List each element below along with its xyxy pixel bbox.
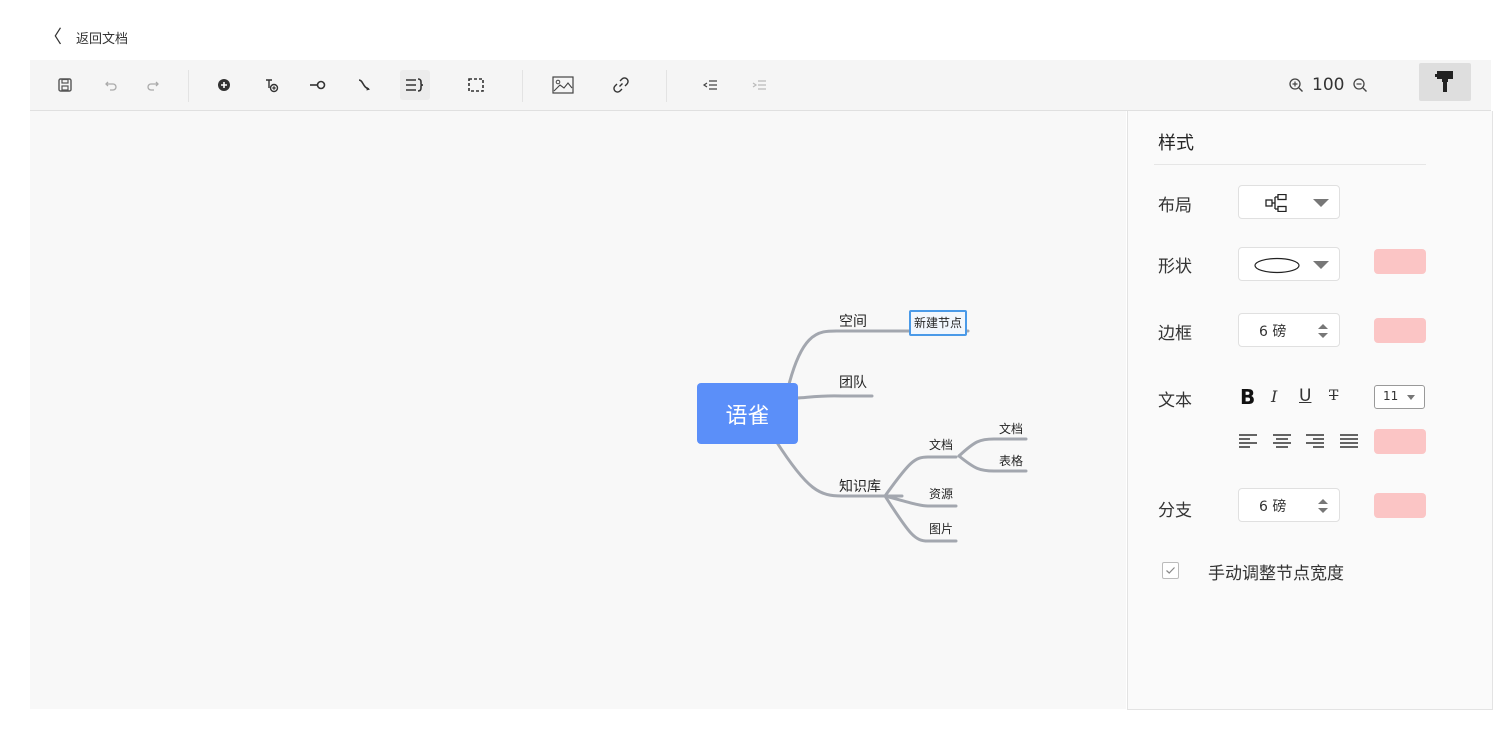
text-label: 文本 xyxy=(1158,391,1192,411)
save-icon xyxy=(58,78,72,92)
align-justify-icon[interactable] xyxy=(1339,433,1359,449)
insert-image-button[interactable] xyxy=(548,70,578,100)
summary-button[interactable] xyxy=(400,70,430,100)
italic-button[interactable]: I xyxy=(1271,387,1277,406)
node-new-selected[interactable]: 新建节点 xyxy=(909,310,968,336)
root-node[interactable]: 语雀 xyxy=(697,383,798,444)
stepper-arrows-icon[interactable] xyxy=(1317,322,1329,340)
zoom-in-icon[interactable] xyxy=(1288,77,1304,93)
shape-label: 形状 xyxy=(1158,257,1192,277)
redo-button[interactable] xyxy=(138,70,168,100)
align-center-icon[interactable] xyxy=(1272,433,1292,449)
panel-divider xyxy=(1154,164,1426,165)
add-child-icon xyxy=(218,79,230,91)
toolbar-separator xyxy=(666,70,667,102)
zoom-out-icon[interactable] xyxy=(1352,77,1368,93)
underline-button[interactable]: U xyxy=(1299,386,1311,406)
border-width-value: 6 磅 xyxy=(1259,324,1287,340)
node-biaoge[interactable]: 表格 xyxy=(999,452,1023,469)
format-painter-icon xyxy=(1435,71,1453,92)
stepper-arrows-icon[interactable] xyxy=(1317,497,1329,515)
node-tupian[interactable]: 图片 xyxy=(929,520,953,537)
add-sibling-icon xyxy=(266,79,279,93)
undo-button[interactable] xyxy=(96,70,126,100)
checkmark-icon xyxy=(1166,567,1175,574)
format-painter-button[interactable] xyxy=(1419,63,1471,101)
indent-left-icon xyxy=(702,80,717,90)
font-size-value: 11 xyxy=(1383,389,1399,403)
back-label: 返回文档 xyxy=(76,32,129,47)
node-kongjian[interactable]: 空间 xyxy=(839,311,867,331)
panel-title: 样式 xyxy=(1158,133,1194,154)
link-icon xyxy=(613,77,629,93)
boundary-button[interactable] xyxy=(461,70,491,100)
back-to-doc-link[interactable]: 〈 返回文档 xyxy=(44,28,128,47)
branch-label: 分支 xyxy=(1158,501,1192,521)
image-icon xyxy=(552,76,574,94)
indent-left-button[interactable] xyxy=(695,70,725,100)
toolbar-separator xyxy=(188,70,189,102)
branch-width-value: 6 磅 xyxy=(1259,499,1287,515)
connector-icon xyxy=(358,79,370,91)
branch-line xyxy=(795,394,874,400)
chevron-down-icon xyxy=(1313,261,1329,269)
zoom-value: 100 xyxy=(1312,75,1345,95)
add-sibling-button[interactable] xyxy=(256,70,286,100)
node-wendang-child[interactable]: 文档 xyxy=(999,420,1023,437)
top-bar: 〈 返回文档 xyxy=(0,0,1506,60)
layout-structure-icon xyxy=(1265,194,1287,212)
chevron-down-icon xyxy=(1313,199,1329,207)
chevron-down-icon xyxy=(1407,395,1415,400)
shape-select[interactable] xyxy=(1238,247,1340,281)
undo-icon xyxy=(105,81,117,91)
font-size-select[interactable]: 11 xyxy=(1374,385,1425,409)
strikethrough-button[interactable]: T xyxy=(1329,388,1338,404)
branch-color-swatch[interactable] xyxy=(1374,493,1426,518)
branch-width-stepper[interactable]: 6 磅 xyxy=(1238,488,1340,522)
layout-label: 布局 xyxy=(1158,196,1192,216)
node-tuandui[interactable]: 团队 xyxy=(839,372,867,392)
redo-icon xyxy=(147,81,159,91)
summary-icon xyxy=(406,78,424,92)
mindmap-svg xyxy=(774,329,1028,543)
insert-link-button[interactable] xyxy=(606,70,636,100)
ellipse-shape-icon xyxy=(1254,257,1300,274)
align-right-icon[interactable] xyxy=(1305,433,1325,449)
boundary-icon xyxy=(468,78,484,92)
style-panel: 样式 布局 形状 边框 6 磅 文本 B I U T 11 分支 6 磅 手动调… xyxy=(1127,111,1493,710)
bold-button[interactable]: B xyxy=(1240,385,1255,409)
align-left-icon[interactable] xyxy=(1238,433,1258,449)
node-wendang[interactable]: 文档 xyxy=(929,436,953,453)
mindmap-canvas[interactable]: 语雀 空间 新建节点 团队 知识库 文档 文档 表格 资源 图片 xyxy=(30,111,1126,709)
add-node-icon xyxy=(310,80,326,90)
layout-select[interactable] xyxy=(1238,185,1340,219)
toolbar-separator xyxy=(522,70,523,102)
branch-line xyxy=(782,329,970,408)
border-color-swatch[interactable] xyxy=(1374,318,1426,343)
chevron-left-icon: 〈 xyxy=(44,26,62,48)
node-zhishiku[interactable]: 知识库 xyxy=(839,476,881,496)
zoom-control: 100 xyxy=(1288,72,1368,98)
connector-button[interactable] xyxy=(350,70,380,100)
toolbar: 100 xyxy=(30,60,1491,111)
indent-right-button[interactable] xyxy=(744,70,774,100)
shape-color-swatch[interactable] xyxy=(1374,249,1426,274)
save-button[interactable] xyxy=(50,70,80,100)
border-width-stepper[interactable]: 6 磅 xyxy=(1238,313,1340,347)
indent-right-icon xyxy=(752,80,766,90)
add-node-button[interactable] xyxy=(303,70,333,100)
manual-width-label: 手动调整节点宽度 xyxy=(1208,564,1344,584)
text-color-swatch[interactable] xyxy=(1374,429,1426,454)
border-label: 边框 xyxy=(1158,324,1192,344)
node-ziyuan[interactable]: 资源 xyxy=(929,485,953,502)
add-child-button[interactable] xyxy=(209,70,239,100)
manual-width-checkbox[interactable] xyxy=(1162,562,1179,579)
